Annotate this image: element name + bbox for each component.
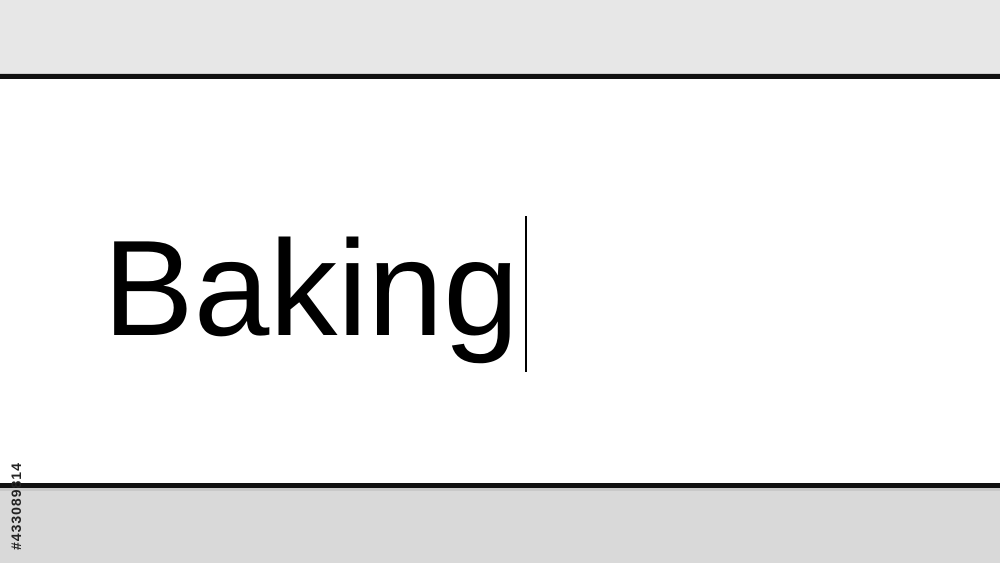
stock-image-id: #433089814 bbox=[8, 462, 24, 550]
search-query-text: Baking bbox=[103, 212, 519, 364]
screen: Baking #433089814 bbox=[0, 0, 1000, 563]
text-cursor-icon bbox=[524, 216, 527, 372]
top-background-band bbox=[0, 0, 1000, 74]
search-query-display[interactable]: Baking bbox=[103, 210, 527, 372]
search-field[interactable]: Baking bbox=[0, 74, 1000, 488]
bottom-background-band bbox=[0, 491, 1000, 563]
